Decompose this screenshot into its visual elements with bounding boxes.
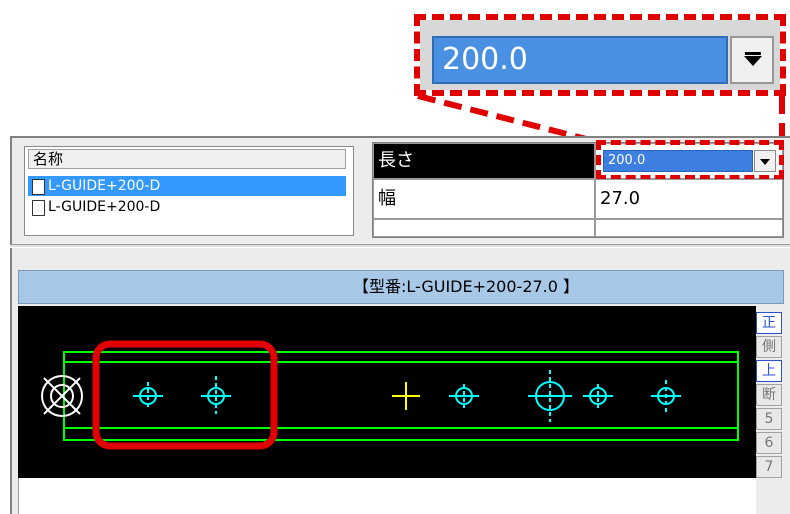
part-file-icon xyxy=(32,179,45,195)
center-mark-icon xyxy=(392,382,420,410)
holes-highlight-box xyxy=(92,340,278,450)
hole-icon xyxy=(201,376,231,414)
hole-icon xyxy=(651,380,681,412)
status-area xyxy=(18,478,756,514)
hole-icon xyxy=(583,384,613,408)
list-item[interactable]: L-GUIDE+200-D xyxy=(28,176,346,196)
empty-label-cell xyxy=(373,219,595,237)
list-item[interactable]: L-GUIDE+200-D xyxy=(28,197,346,217)
large-hole-icon xyxy=(528,370,572,422)
empty-value-cell[interactable] xyxy=(595,219,783,237)
list-item-label: L-GUIDE+200-D xyxy=(48,178,161,194)
splitter[interactable] xyxy=(10,244,790,248)
tab-view-6[interactable]: 6 xyxy=(756,432,782,454)
part-drawing xyxy=(41,340,739,450)
hole-icon xyxy=(449,384,479,408)
hole-icon xyxy=(133,382,163,410)
name-column-header[interactable]: 名称 xyxy=(28,149,346,169)
width-value[interactable]: 27.0 xyxy=(595,179,783,219)
origin-marker-icon xyxy=(41,375,83,417)
tab-side-view[interactable]: 側 xyxy=(756,336,782,358)
preview-title: 【型番:L-GUIDE+200-27.0 】 xyxy=(18,270,784,304)
part-file-icon xyxy=(32,200,45,216)
tab-view-5[interactable]: 5 xyxy=(756,408,782,430)
width-label: 幅 xyxy=(373,179,595,219)
list-item-label: L-GUIDE+200-D xyxy=(48,199,161,215)
length-label: 長さ xyxy=(373,143,595,179)
tab-section-view[interactable]: 断 xyxy=(756,384,782,406)
tab-top-view[interactable]: 上 xyxy=(756,360,782,382)
tab-view-7[interactable]: 7 xyxy=(756,456,782,478)
length-highlight-frame xyxy=(596,140,784,180)
tab-front-view[interactable]: 正 xyxy=(756,312,782,334)
